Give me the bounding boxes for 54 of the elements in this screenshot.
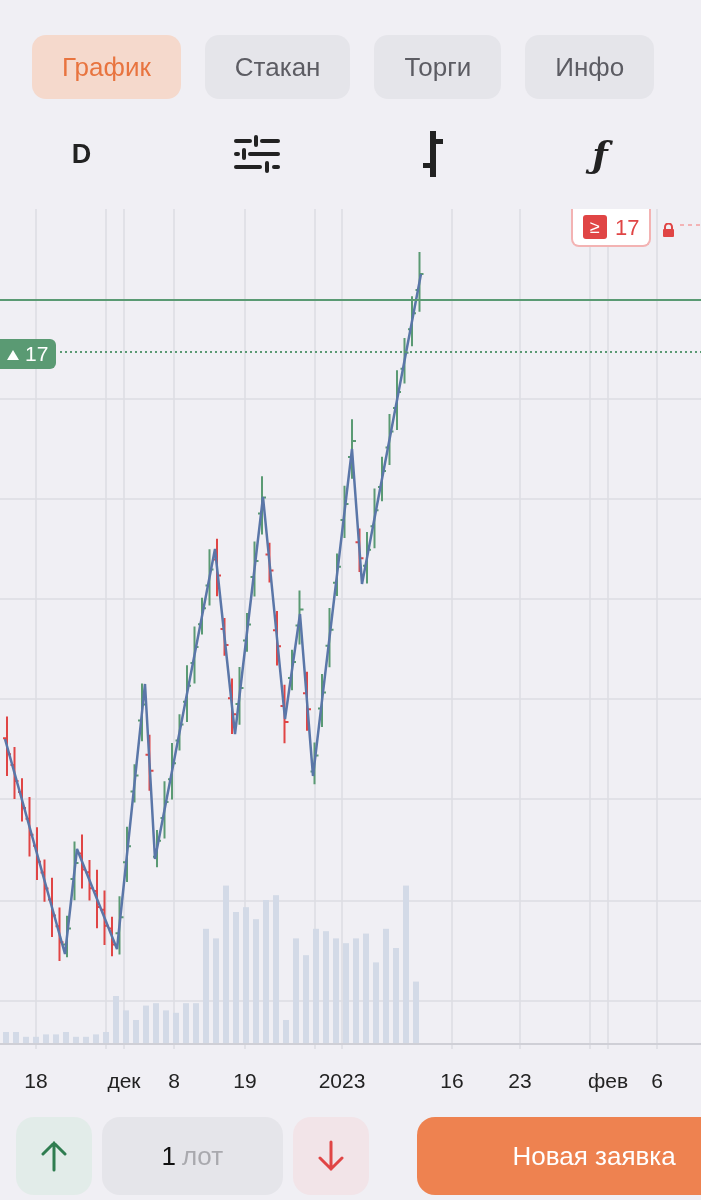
- price-bar: [377, 455, 387, 503]
- price-bar: [69, 840, 80, 902]
- interval-selector[interactable]: D: [71, 133, 92, 175]
- price-bar: [369, 487, 380, 550]
- price-bar: [287, 648, 297, 692]
- axis-label: 2023: [318, 1068, 366, 1094]
- price-bar: [294, 589, 305, 646]
- bar-style-icon[interactable]: [420, 131, 445, 177]
- price-bar: [414, 250, 425, 313]
- increase-button[interactable]: [16, 1117, 93, 1195]
- axis-label: фев: [587, 1068, 629, 1094]
- down-arrow-icon: [317, 1140, 344, 1172]
- price-bar: [32, 826, 42, 881]
- price-bar: [107, 915, 117, 958]
- price-bar: [122, 825, 132, 883]
- price-bar: [227, 677, 237, 736]
- decrease-button[interactable]: [292, 1117, 369, 1195]
- price-bar: [362, 530, 372, 585]
- indicators-button[interactable]: ƒ: [584, 128, 616, 180]
- up-arrow-icon: [41, 1140, 67, 1172]
- quantity-field[interactable]: 1 лот: [102, 1117, 283, 1195]
- price-bar: [129, 763, 140, 804]
- price-bar: [347, 418, 357, 480]
- tab[interactable]: Стакан: [204, 35, 351, 99]
- price-bar: [234, 666, 245, 726]
- alert-condition: ≥: [583, 215, 607, 239]
- alert-line: [679, 224, 701, 226]
- price-bar: [384, 413, 395, 466]
- price-bar: [2, 715, 12, 777]
- tab[interactable]: Торги: [374, 35, 502, 99]
- price-bar: [77, 833, 87, 890]
- price-bar: [392, 369, 402, 431]
- axis-label: 16: [440, 1068, 464, 1094]
- price-bar: [137, 682, 147, 743]
- price-bar: [324, 607, 335, 669]
- price-bar: [399, 336, 410, 385]
- last-price: 17: [25, 342, 49, 365]
- axis-label: 19: [233, 1068, 257, 1094]
- axis-label: 23: [508, 1068, 532, 1094]
- alert-price: 17: [615, 213, 640, 242]
- axis-label: дек: [107, 1068, 141, 1094]
- price-alert-tag[interactable]: ≥ 17: [571, 209, 652, 247]
- price-bar: [249, 540, 260, 598]
- sliders-icon[interactable]: [233, 135, 280, 173]
- axis-label: 8: [168, 1068, 180, 1094]
- price-bar: [279, 683, 290, 745]
- price-bar: [339, 484, 350, 540]
- price-bar: [407, 295, 417, 348]
- axis-label: 6: [651, 1068, 663, 1094]
- price-bar: [114, 895, 125, 956]
- price-bar: [219, 617, 230, 657]
- tab[interactable]: Инфо: [525, 35, 655, 99]
- axis-label: 18: [24, 1068, 48, 1094]
- price-bar: [17, 777, 27, 823]
